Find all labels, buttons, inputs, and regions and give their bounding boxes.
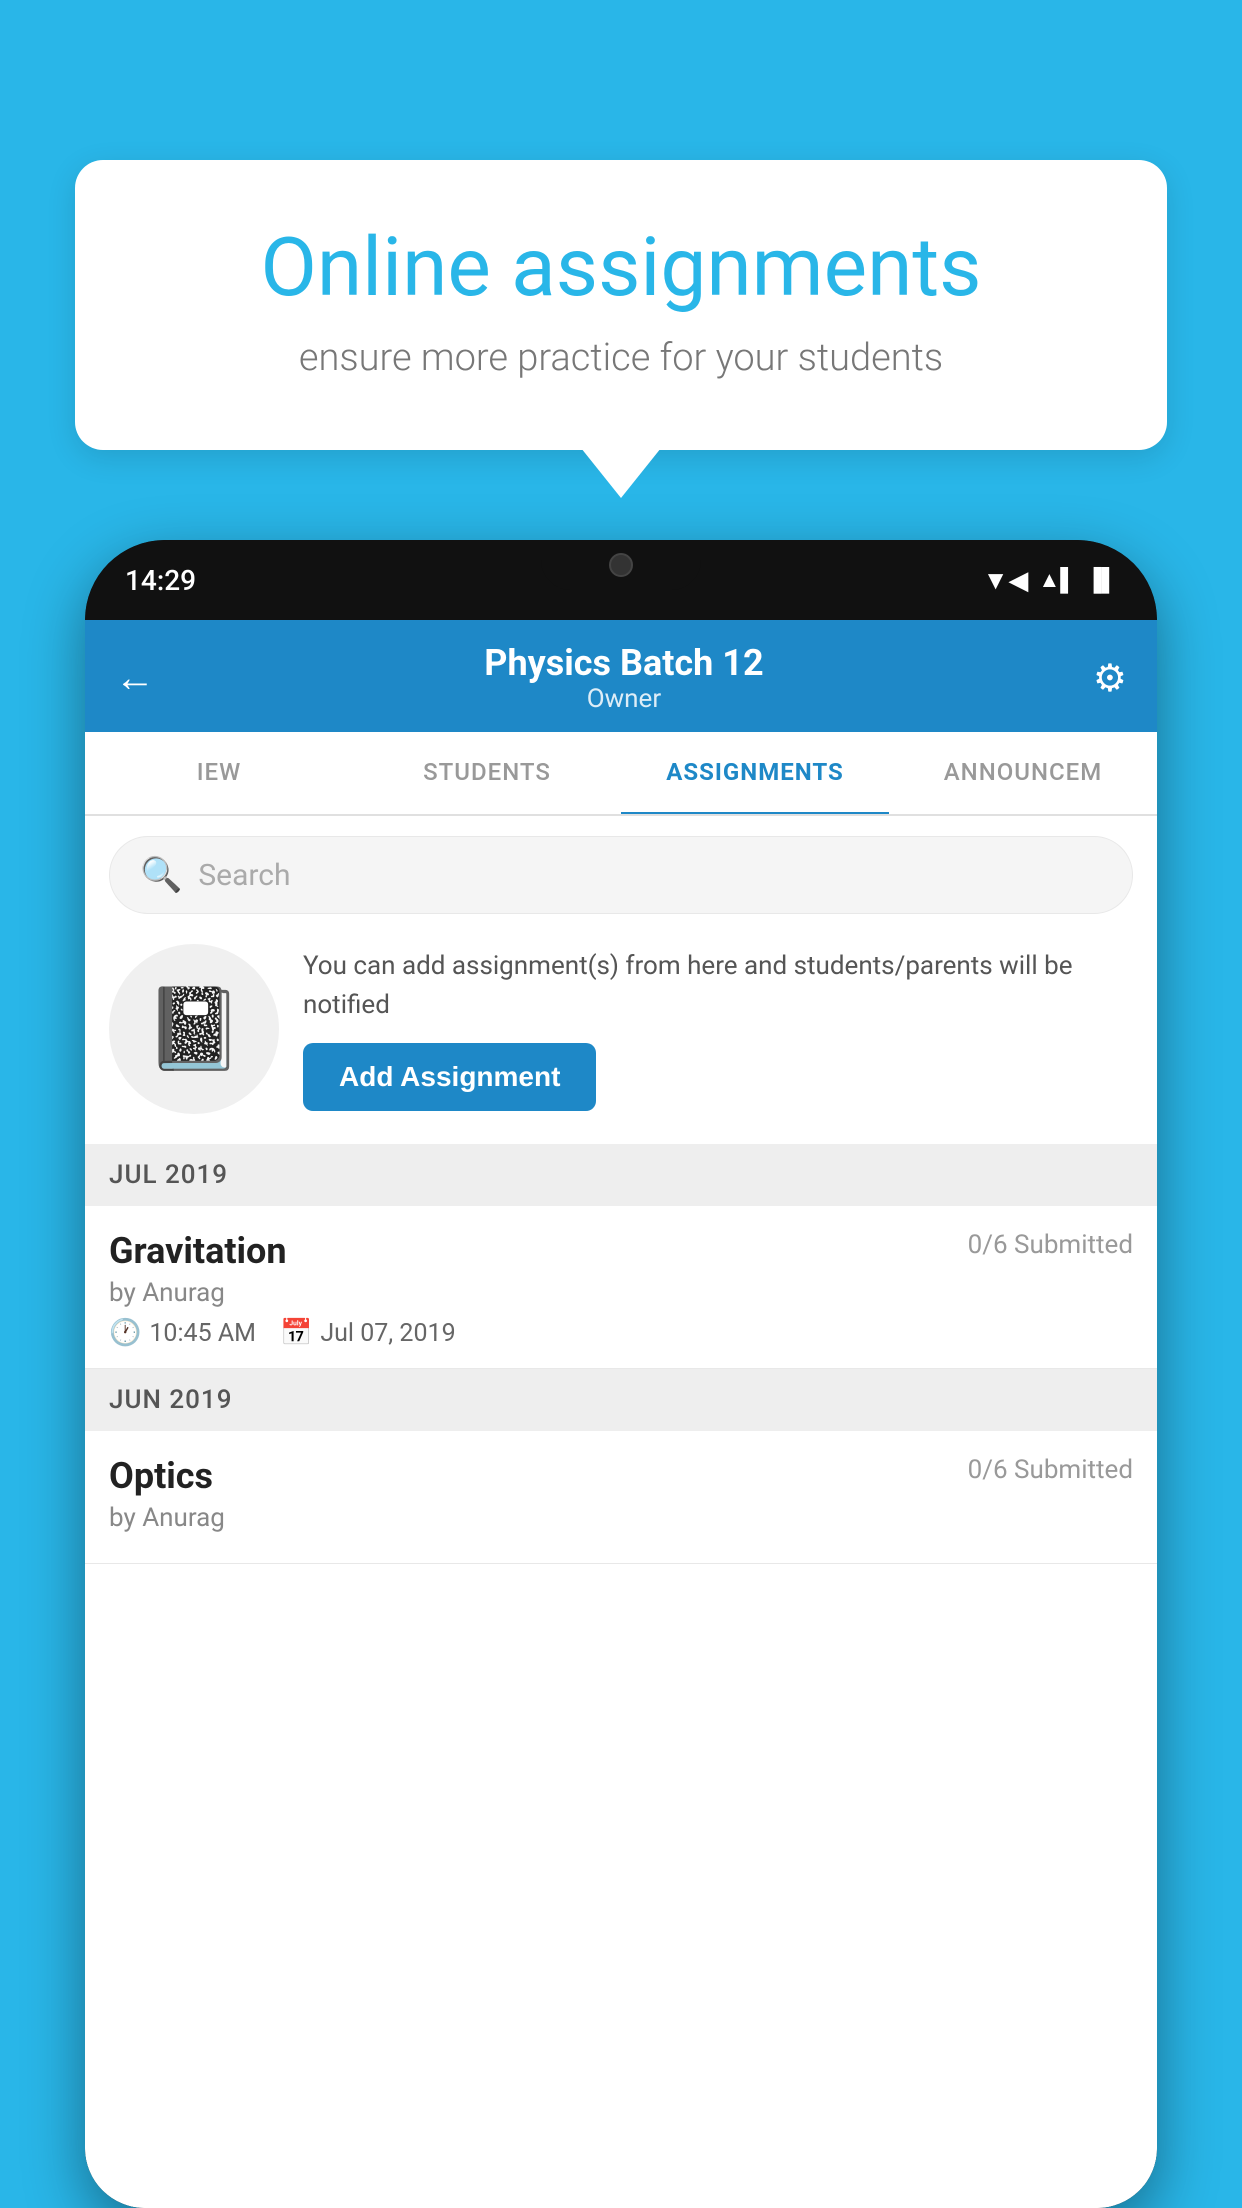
settings-button[interactable]: ⚙: [1093, 656, 1127, 701]
section-jul-2019: JUL 2019: [85, 1144, 1157, 1206]
add-assignment-button[interactable]: Add Assignment: [303, 1043, 596, 1111]
status-bar: 14:29 ▼◀ ▲▌ ▐▌: [85, 540, 1157, 620]
assignment-optics-top: Optics 0/6 Submitted: [109, 1455, 1133, 1497]
promo-card: 📓 You can add assignment(s) from here an…: [109, 934, 1133, 1124]
assignment-gravitation-meta: 🕐 10:45 AM 📅 Jul 07, 2019: [109, 1318, 1133, 1348]
promo-content: You can add assignment(s) from here and …: [303, 947, 1133, 1111]
app-header: ← Physics Batch 12 Owner ⚙: [85, 620, 1157, 732]
assignment-gravitation-top: Gravitation 0/6 Submitted: [109, 1230, 1133, 1272]
assignment-optics-status: 0/6 Submitted: [968, 1455, 1133, 1485]
tab-announcements[interactable]: ANNOUNCEM: [889, 732, 1157, 814]
phone-screen: ← Physics Batch 12 Owner ⚙ IEW STUDENTS …: [85, 620, 1157, 2208]
assignment-gravitation-name: Gravitation: [109, 1230, 287, 1272]
tab-students[interactable]: STUDENTS: [353, 732, 621, 814]
camera-lens: [609, 553, 633, 577]
tab-assignments[interactable]: ASSIGNMENTS: [621, 732, 889, 816]
speech-bubble: Online assignments ensure more practice …: [75, 160, 1167, 450]
status-icons: ▼◀ ▲▌ ▐▌: [983, 565, 1117, 596]
search-placeholder: Search: [198, 858, 290, 893]
promo-description: You can add assignment(s) from here and …: [303, 947, 1133, 1025]
screen-content: 🔍 Search 📓 You can add assignment(s) fro…: [85, 816, 1157, 2208]
assignment-optics-author: by Anurag: [109, 1503, 1133, 1533]
promo-icon-circle: 📓: [109, 944, 279, 1114]
assignment-optics-name: Optics: [109, 1455, 213, 1497]
search-icon: 🔍: [140, 855, 182, 895]
header-title-area: Physics Batch 12 Owner: [484, 642, 763, 714]
status-time: 14:29: [125, 564, 196, 597]
batch-title: Physics Batch 12: [484, 642, 763, 684]
section-jun-2019: JUN 2019: [85, 1369, 1157, 1431]
tab-bar: IEW STUDENTS ASSIGNMENTS ANNOUNCEM: [85, 732, 1157, 816]
phone-notch: [541, 540, 701, 590]
bubble-title: Online assignments: [145, 220, 1097, 316]
assignment-gravitation-status: 0/6 Submitted: [968, 1230, 1133, 1260]
back-button[interactable]: ←: [115, 658, 155, 698]
assignment-gravitation-time: 🕐 10:45 AM: [109, 1318, 256, 1348]
assignment-gravitation[interactable]: Gravitation 0/6 Submitted by Anurag 🕐 10…: [85, 1206, 1157, 1369]
assignment-gravitation-date: 📅 Jul 07, 2019: [280, 1318, 456, 1348]
notebook-icon: 📓: [144, 982, 244, 1076]
assignment-gravitation-author: by Anurag: [109, 1278, 1133, 1308]
tab-iew[interactable]: IEW: [85, 732, 353, 814]
assignment-optics[interactable]: Optics 0/6 Submitted by Anurag: [85, 1431, 1157, 1564]
clock-icon: 🕐: [109, 1318, 141, 1348]
signal-icon: ▲▌: [1038, 567, 1075, 593]
wifi-icon: ▼◀: [983, 565, 1029, 596]
phone-frame: 14:29 ▼◀ ▲▌ ▐▌ ← Physics Batch 12 Owner …: [85, 540, 1157, 2208]
calendar-icon: 📅: [280, 1318, 312, 1348]
bubble-subtitle: ensure more practice for your students: [145, 336, 1097, 380]
batch-role: Owner: [484, 684, 763, 714]
battery-icon: ▐▌: [1086, 567, 1117, 593]
search-bar[interactable]: 🔍 Search: [109, 836, 1133, 914]
